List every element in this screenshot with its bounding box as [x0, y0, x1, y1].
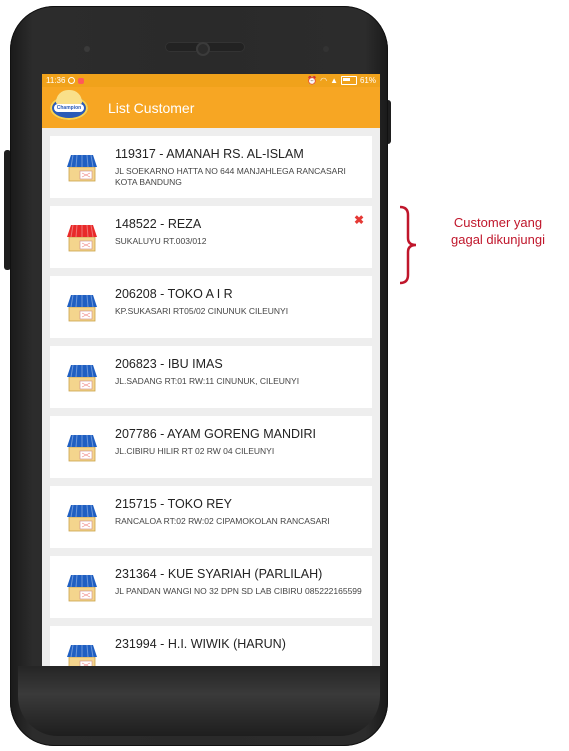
- customer-address: JL PANDAN WANGI NO 32 DPN SD LAB CIBIRU …: [115, 586, 362, 596]
- customer-list: 119317 - AMANAH RS. AL-ISLAM JL SOEKARNO …: [42, 128, 380, 678]
- customer-card[interactable]: 206823 - IBU IMAS JL.SADANG RT:01 RW:11 C…: [50, 346, 372, 408]
- front-camera-icon: [196, 42, 210, 56]
- app-bar: Champion List Customer: [42, 87, 380, 128]
- customer-title: 206208 - TOKO A I R: [115, 287, 233, 301]
- customer-title: 231994 - H.I. WIWIK (HARUN): [115, 637, 286, 651]
- customer-address: JL.SADANG RT:01 RW:11 CINUNUK, CILEUNYI: [115, 376, 300, 386]
- customer-card[interactable]: 207786 - AYAM GORENG MANDIRI JL.CIBIRU HI…: [50, 416, 372, 478]
- customer-card[interactable]: 119317 - AMANAH RS. AL-ISLAM JL SOEKARNO …: [50, 136, 372, 198]
- proximity-sensor: [323, 46, 329, 52]
- customer-title: 119317 - AMANAH RS. AL-ISLAM: [115, 147, 304, 161]
- close-icon[interactable]: ✖: [354, 214, 364, 226]
- annotation-bracket: [399, 205, 417, 285]
- logo-text: Champion: [54, 103, 84, 112]
- status-bar: 11:36 ⏰ ◠ ▲ 61%: [42, 74, 380, 87]
- store-icon: [64, 359, 100, 395]
- page-title: List Customer: [108, 99, 195, 116]
- champion-logo: Champion: [50, 89, 88, 120]
- signal-icon: ▲: [330, 76, 338, 85]
- store-icon: [64, 639, 100, 675]
- wifi-icon: ◠: [320, 76, 328, 85]
- customer-address: JL.CIBIRU HILIR RT 02 RW 04 CILEUNYI: [115, 446, 275, 456]
- customer-title: 215715 - TOKO REY: [115, 497, 232, 511]
- customer-card[interactable]: 148522 - REZA SUKALUYU RT.003/012 ✖: [50, 206, 372, 268]
- battery-icon: [340, 76, 357, 85]
- customer-address: JL SOEKARNO HATTA NO 644 MANJAHLEGA RANC…: [115, 166, 346, 187]
- store-icon: [64, 149, 100, 185]
- notification-icon: [68, 77, 76, 84]
- store-failed-icon: [64, 219, 100, 255]
- phone-frame: 11:36 ⏰ ◠ ▲ 61% Champion List Customer 1…: [10, 6, 388, 746]
- customer-title: 207786 - AYAM GORENG MANDIRI: [115, 427, 316, 441]
- annotation-line-2: gagal dikunjungi: [451, 232, 545, 247]
- status-time: 11:36: [46, 76, 66, 85]
- customer-card[interactable]: 231364 - KUE SYARIAH (PARLILAH) JL PANDAN…: [50, 556, 372, 618]
- customer-address: RANCALOA RT:02 RW:02 CIPAMOKOLAN RANCASA…: [115, 516, 330, 526]
- annotation-text: Customer yang gagal dikunjungi: [428, 214, 568, 248]
- app-screen: 11:36 ⏰ ◠ ▲ 61% Champion List Customer 1…: [42, 74, 380, 678]
- store-icon: [64, 499, 100, 535]
- annotation-line-1: Customer yang: [453, 215, 543, 230]
- customer-address: KP.SUKASARI RT05/02 CINUNUK CILEUNYI: [115, 306, 289, 316]
- customer-title: 231364 - KUE SYARIAH (PARLILAH): [115, 567, 323, 581]
- customer-card[interactable]: 231994 - H.I. WIWIK (HARUN): [50, 626, 372, 678]
- battery-percent: 61%: [359, 76, 376, 85]
- customer-card[interactable]: 206208 - TOKO A I R KP.SUKASARI RT05/02 C…: [50, 276, 372, 338]
- alert-notification-icon: [78, 77, 85, 84]
- customer-address: SUKALUYU RT.003/012: [115, 236, 207, 246]
- store-icon: [64, 569, 100, 605]
- alarm-icon: ⏰: [307, 76, 318, 85]
- store-icon: [64, 429, 100, 465]
- customer-title: 148522 - REZA: [115, 217, 202, 231]
- phone-sensor-dot: [84, 46, 90, 52]
- customer-title: 206823 - IBU IMAS: [115, 357, 223, 371]
- store-icon: [64, 289, 100, 325]
- customer-card[interactable]: 215715 - TOKO REY RANCALOA RT:02 RW:02 CI…: [50, 486, 372, 548]
